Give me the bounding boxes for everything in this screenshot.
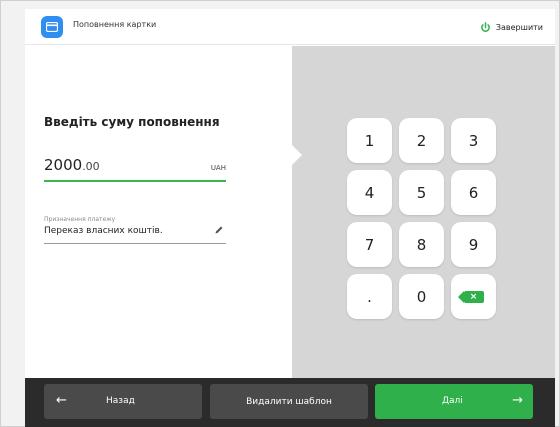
finish-label: Завершити: [495, 22, 543, 32]
next-button[interactable]: Далі →: [375, 384, 533, 419]
atm-screen: Поповнення картки Завершити Введіть суму…: [25, 9, 555, 427]
amount-value: 2000.00: [44, 156, 100, 174]
form-panel: Введіть суму поповнення 2000.00 UAH Приз…: [25, 46, 292, 378]
page-title: Поповнення картки: [73, 20, 157, 29]
backspace-icon: ×: [457, 290, 484, 303]
header-bar: Поповнення картки Завершити: [25, 9, 555, 45]
back-label: Назад: [106, 396, 135, 406]
panel-pointer: [291, 144, 302, 166]
next-label: Далі: [442, 396, 463, 406]
arrow-right-icon: →: [512, 393, 523, 408]
purpose-value: Переказ власних коштів.: [44, 226, 163, 236]
arrow-left-icon: ←: [56, 393, 67, 408]
key-8[interactable]: 8: [399, 222, 444, 267]
purpose-input[interactable]: Призначення платежу Переказ власних кошт…: [44, 214, 226, 244]
key-7[interactable]: 7: [347, 222, 392, 267]
key-6[interactable]: 6: [451, 170, 496, 215]
pencil-icon[interactable]: [214, 225, 224, 235]
key-3[interactable]: 3: [451, 118, 496, 163]
back-button[interactable]: ← Назад: [44, 384, 202, 419]
currency-label: UAH: [210, 164, 226, 172]
key-0[interactable]: 0: [399, 274, 444, 319]
window-frame: Поповнення картки Завершити Введіть суму…: [0, 0, 560, 427]
key-dot[interactable]: .: [347, 274, 392, 319]
key-5[interactable]: 5: [399, 170, 444, 215]
power-icon: [480, 21, 490, 32]
amount-decimal: .00: [82, 160, 100, 173]
footer-bar: ← Назад Видалити шаблон Далі →: [25, 378, 555, 427]
keypad-panel: 1 2 3 4 5 6 7 8 9 . 0 ×: [291, 46, 555, 378]
amount-input[interactable]: 2000.00 UAH: [44, 150, 226, 182]
key-4[interactable]: 4: [347, 170, 392, 215]
card-icon: [41, 16, 63, 38]
delete-template-label: Видалити шаблон: [246, 396, 332, 407]
finish-button[interactable]: Завершити: [480, 18, 543, 36]
purpose-label: Призначення платежу: [44, 216, 116, 223]
delete-template-button[interactable]: Видалити шаблон: [210, 384, 368, 419]
key-backspace[interactable]: ×: [451, 274, 496, 319]
key-1[interactable]: 1: [347, 118, 392, 163]
amount-prompt: Введіть суму поповнення: [44, 115, 220, 129]
amount-integer: 2000: [44, 156, 83, 174]
key-2[interactable]: 2: [399, 118, 444, 163]
key-9[interactable]: 9: [451, 222, 496, 267]
